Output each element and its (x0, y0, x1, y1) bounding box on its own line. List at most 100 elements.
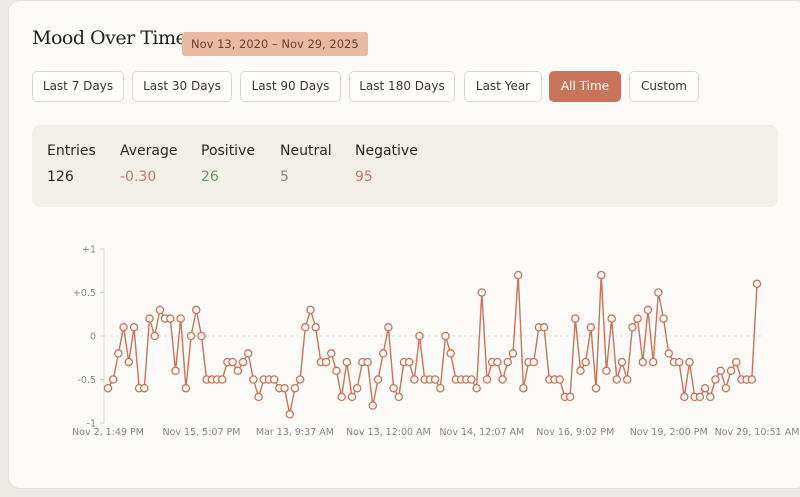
data-point (664, 349, 673, 358)
stat-positive-label: Positive (201, 143, 255, 159)
range-last-30-days-button[interactable]: Last 30 Days (132, 71, 232, 102)
data-point (347, 392, 357, 402)
data-point (140, 383, 149, 393)
x-tick-label: Nov 14, 12:07 AM (439, 427, 524, 438)
data-point (404, 357, 414, 367)
data-point (513, 270, 523, 280)
data-point (389, 383, 398, 393)
data-point (482, 375, 492, 384)
data-point (747, 375, 757, 384)
data-point (321, 357, 331, 367)
data-point (602, 366, 611, 376)
data-point (181, 383, 191, 393)
data-point (503, 357, 513, 367)
data-point (628, 323, 637, 332)
data-point (171, 366, 180, 376)
data-point (415, 331, 424, 341)
data-point (706, 392, 715, 402)
y-tick-label: -0.5 (77, 375, 96, 386)
data-point (555, 375, 564, 384)
data-point (539, 323, 549, 332)
data-point (519, 383, 528, 393)
data-point (591, 383, 601, 393)
data-point (622, 375, 632, 384)
page-title: Mood Over Time (32, 27, 187, 49)
data-point (301, 323, 310, 332)
data-point (332, 366, 341, 376)
data-point (394, 392, 404, 402)
data-point (217, 375, 227, 384)
mood-chart: +1 +0.5 0 -0.5 -1 Nov 2, 1:49 PM Nov 15, 5:07 … (0, 230, 800, 460)
data-point (368, 401, 378, 410)
y-tick-label: +1 (82, 245, 96, 256)
range-all-time-button[interactable]: All Time (549, 71, 621, 102)
data-point (436, 383, 445, 393)
data-point (700, 383, 710, 393)
range-last-year-button[interactable]: Last Year (464, 71, 542, 102)
x-tick-label: Nov 19, 2:00 PM (630, 427, 708, 438)
data-point (363, 357, 372, 367)
stat-entries-value: 126 (47, 169, 74, 185)
data-point (249, 375, 258, 384)
data-point (659, 314, 668, 323)
data-point (280, 383, 289, 393)
data-point (410, 375, 419, 384)
data-point (295, 375, 305, 384)
data-point (612, 375, 622, 384)
data-point (233, 366, 243, 376)
x-tick-label: Nov 13, 12:00 AM (346, 427, 431, 438)
range-last-90-days-button[interactable]: Last 90 Days (240, 71, 341, 102)
data-point (498, 375, 507, 384)
range-last-7-days-button[interactable]: Last 7 Days (32, 71, 124, 102)
data-point (176, 314, 185, 323)
data-point (648, 357, 658, 367)
data-point (373, 375, 383, 384)
data-point (186, 331, 196, 341)
data-point (352, 383, 362, 393)
data-point (119, 323, 128, 332)
x-tick-label: Nov 2, 1:49 PM (72, 427, 144, 438)
stat-entries-label: Entries (47, 143, 96, 159)
stat-average-label: Average (120, 143, 178, 159)
x-tick-label: Nov 16, 9:02 PM (536, 427, 614, 438)
data-point (384, 323, 393, 332)
data-point (228, 357, 237, 367)
data-point (576, 366, 585, 376)
range-last-180-days-button[interactable]: Last 180 Days (349, 71, 455, 102)
data-point (565, 392, 575, 402)
data-point (716, 366, 725, 376)
data-point (243, 349, 253, 358)
data-point (155, 305, 165, 315)
data-point (103, 383, 113, 393)
data-point (571, 314, 580, 323)
data-point (192, 305, 201, 315)
stat-negative-label: Negative (355, 143, 418, 159)
x-tick-label: Nov 29, 10:51 AM (715, 427, 800, 438)
data-point (508, 349, 518, 358)
mood-chart-svg: +1+0.50-0.5-1Nov 2, 1:49 PM Nov 15, 5:07 … (72, 245, 800, 439)
stat-average-value: -0.30 (120, 169, 157, 185)
data-point (254, 392, 263, 402)
date-range-badge: Nov 13, 2020 – Nov 29, 2025 (182, 32, 368, 56)
x-tick-label: Nov 15, 5:07 PM (162, 427, 240, 438)
data-point (441, 331, 450, 341)
stat-negative-value: 95 (355, 169, 373, 185)
data-point (752, 279, 762, 289)
data-point (290, 383, 300, 393)
data-point (327, 349, 336, 358)
data-point (477, 288, 487, 297)
stats-panel: Entries 126 Average -0.30 Positive 26 Ne… (32, 125, 778, 207)
stat-neutral-label: Neutral (280, 143, 332, 159)
data-point (529, 357, 538, 367)
data-point (596, 270, 606, 280)
data-point (311, 323, 320, 332)
data-point (430, 375, 440, 384)
data-point (114, 349, 123, 358)
stat-negative: Negative 95 (355, 143, 418, 185)
range-custom-button[interactable]: Custom (629, 71, 699, 102)
stat-entries: Entries 126 (47, 143, 96, 185)
data-point (472, 383, 481, 393)
data-point (674, 357, 684, 367)
data-point (680, 392, 689, 402)
x-tick-label: Mar 13, 9:37 AM (256, 427, 334, 438)
